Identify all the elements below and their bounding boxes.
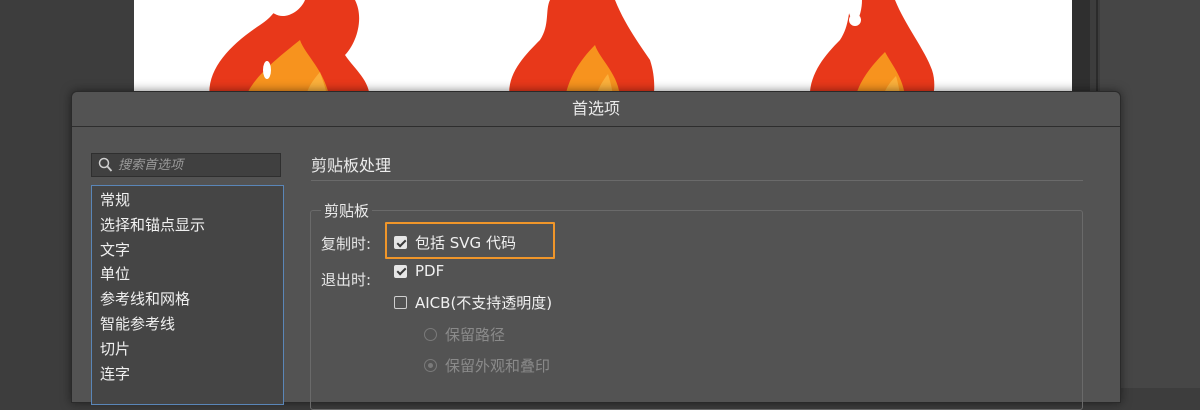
- dialog-title[interactable]: 首选项: [72, 92, 1120, 127]
- category-item-guides-grid[interactable]: 参考线和网格: [92, 287, 283, 312]
- flame-artwork-3: [809, 0, 935, 100]
- clipboard-group-legend: 剪贴板: [321, 200, 373, 221]
- preferences-dialog: 首选项 常规 选择和锚点显示 文字 单位 参考线和网格 智能参考线 切片 连字 …: [71, 91, 1121, 410]
- category-item-general[interactable]: 常规: [92, 188, 283, 213]
- preserve-appearance-label[interactable]: 保留外观和叠印: [445, 355, 550, 376]
- highlight-annotation: [385, 222, 555, 259]
- category-item-hyphenation[interactable]: 连字: [92, 362, 283, 387]
- copy-label: 复制时:: [321, 235, 372, 253]
- search-input[interactable]: [118, 154, 278, 176]
- preserve-paths-radio[interactable]: [424, 328, 437, 341]
- preserve-appearance-option[interactable]: 保留外观和叠印: [424, 355, 550, 376]
- preserve-paths-option[interactable]: 保留路径: [424, 324, 505, 345]
- exit-label: 退出时:: [321, 271, 372, 289]
- search-box[interactable]: [91, 153, 281, 177]
- preserve-paths-label[interactable]: 保留路径: [445, 324, 505, 345]
- category-list[interactable]: 常规 选择和锚点显示 文字 单位 参考线和网格 智能参考线 切片 连字: [91, 185, 284, 405]
- category-item-slices[interactable]: 切片: [92, 337, 283, 362]
- flame-artwork-2: [509, 0, 655, 100]
- pdf-label[interactable]: PDF: [415, 262, 444, 280]
- aicb-label[interactable]: AICB(不支持透明度): [415, 292, 552, 313]
- artboard-shadow: [1072, 0, 1090, 100]
- search-icon: [98, 157, 113, 172]
- category-item-type[interactable]: 文字: [92, 238, 283, 263]
- pdf-option[interactable]: PDF: [394, 262, 444, 280]
- section-title: 剪贴板处理: [311, 156, 392, 175]
- preserve-appearance-radio[interactable]: [424, 359, 437, 372]
- category-item-units[interactable]: 单位: [92, 262, 283, 287]
- category-item-smart-guides[interactable]: 智能参考线: [92, 312, 283, 337]
- section-divider: [311, 180, 1083, 181]
- aicb-option[interactable]: AICB(不支持透明度): [394, 292, 552, 313]
- aicb-checkbox[interactable]: [394, 296, 407, 309]
- flame-artwork-1: [209, 0, 370, 100]
- pdf-checkbox[interactable]: [394, 264, 407, 278]
- category-item-selection-anchor[interactable]: 选择和锚点显示: [92, 213, 283, 238]
